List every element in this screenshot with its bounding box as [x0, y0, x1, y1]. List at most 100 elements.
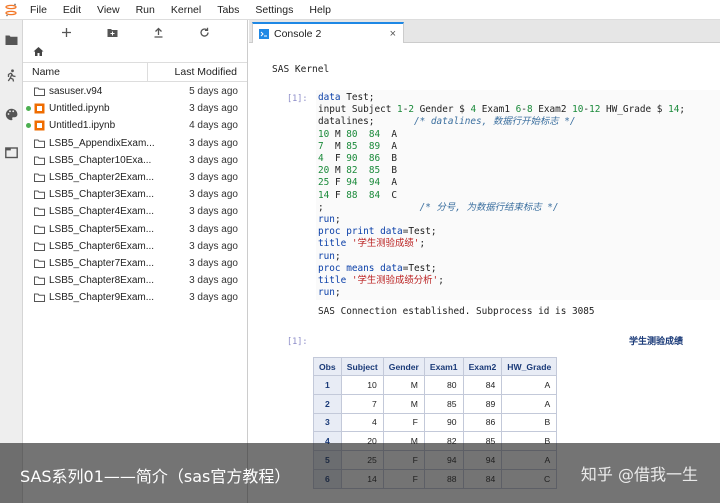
- table-cell: 86: [462, 412, 503, 433]
- notebook-icon: [34, 120, 45, 131]
- menu-tabs[interactable]: Tabs: [209, 0, 247, 20]
- folder-icon: [34, 225, 45, 234]
- file-modified: 3 days ago: [189, 206, 238, 218]
- input-prompt: [1]:: [287, 94, 308, 104]
- file-modified: 3 days ago: [189, 172, 238, 184]
- file-modified: 5 days ago: [189, 86, 238, 98]
- header-hw-grade: HW_Grade: [501, 357, 558, 376]
- file-modified: 4 days ago: [189, 120, 238, 132]
- header-exam2: Exam2: [462, 357, 503, 376]
- file-name: LSB5_Chapter3Exam...: [49, 189, 154, 201]
- running-icon[interactable]: [3, 67, 20, 84]
- file-row[interactable]: LSB5_Chapter10Exa... 3 days ago: [23, 152, 247, 169]
- home-icon[interactable]: [33, 46, 44, 60]
- sas-code: data Test; input Subject 1-2 Gender $ 4 …: [318, 92, 686, 299]
- file-name: LSB5_Chapter6Exam...: [49, 240, 154, 252]
- header-subject: Subject: [340, 357, 384, 376]
- table-cell: M: [382, 375, 425, 395]
- file-browser: Name Last Modified sasuser.v94 5 days ago…: [23, 20, 248, 503]
- file-modified: 3 days ago: [189, 223, 238, 235]
- table-row: 3 4 F 90 86 B: [313, 412, 558, 433]
- file-name: LSB5_AppendixExam...: [49, 137, 154, 149]
- table-row: 2 7 M 85 89 A: [313, 393, 558, 414]
- table-row: 1 10 M 80 84 A: [313, 375, 558, 395]
- output-table-title: 学生测验成绩: [629, 336, 684, 346]
- running-indicator: [26, 106, 31, 112]
- file-row[interactable]: LSB5_Chapter2Exam... 3 days ago: [23, 169, 247, 186]
- file-name: LSB5_Chapter7Exam...: [49, 257, 154, 269]
- main-area: Console 2 × SAS Kernel [1]: data Test; i…: [249, 20, 720, 503]
- close-tab-icon[interactable]: ×: [390, 28, 396, 40]
- file-row[interactable]: LSB5_Chapter3Exam... 3 days ago: [23, 186, 247, 203]
- file-row[interactable]: LSB5_Chapter9Exam... 3 days ago: [23, 289, 247, 306]
- jupyter-logo-icon: [0, 0, 22, 20]
- file-row[interactable]: LSB5_Chapter4Exam... 3 days ago: [23, 203, 247, 220]
- file-row[interactable]: LSB5_Chapter8Exam... 3 days ago: [23, 272, 247, 289]
- file-modified: 3 days ago: [189, 275, 238, 287]
- table-cell: A: [501, 375, 558, 395]
- folder-icon: [34, 139, 45, 148]
- file-name: LSB5_Chapter8Exam...: [49, 275, 154, 287]
- file-modified: 3 days ago: [189, 137, 238, 149]
- folder-icon: [34, 156, 45, 165]
- file-list: sasuser.v94 5 days ago Untitled.ipynb 3 day…: [23, 82, 247, 306]
- table-cell: F: [382, 412, 425, 433]
- folder-icon: [34, 190, 45, 200]
- menu-settings[interactable]: Settings: [247, 0, 301, 20]
- kernel-banner: SAS Kernel: [272, 64, 330, 75]
- folder-icon: [34, 259, 45, 268]
- menu-edit[interactable]: Edit: [55, 0, 89, 20]
- file-row[interactable]: Untitled1.ipynb 4 days ago: [23, 117, 247, 134]
- file-row[interactable]: sasuser.v94 5 days ago: [23, 83, 247, 100]
- menu-help[interactable]: Help: [301, 0, 339, 20]
- folder-icon: [34, 242, 45, 251]
- file-browser-toolbar: [23, 20, 247, 44]
- table-cell: 84: [462, 375, 503, 395]
- column-last-modified[interactable]: Last Modified: [148, 66, 247, 78]
- file-row[interactable]: LSB5_Chapter6Exam... 3 days ago: [23, 238, 247, 255]
- obs-cell: 1: [313, 375, 342, 395]
- running-indicator: [26, 123, 31, 129]
- file-name: LSB5_Chapter4Exam...: [49, 206, 154, 218]
- obs-cell: 2: [313, 393, 342, 414]
- tabs-icon[interactable]: [3, 144, 20, 161]
- menu-run[interactable]: Run: [128, 0, 163, 20]
- file-row[interactable]: LSB5_Chapter7Exam... 3 days ago: [23, 255, 247, 272]
- folder-icon[interactable]: [3, 31, 20, 48]
- output-prompt: [1]:: [287, 337, 308, 347]
- file-row[interactable]: Untitled.ipynb 3 days ago: [23, 100, 247, 117]
- new-launcher-icon[interactable]: [58, 24, 74, 40]
- table-cell: 90: [423, 412, 464, 433]
- caption-text: SAS系列01——简介（sas官方教程）: [20, 467, 291, 486]
- file-list-header: Name Last Modified: [23, 62, 247, 82]
- file-modified: 3 days ago: [189, 292, 238, 304]
- header-gender: Gender: [382, 357, 425, 376]
- menu-kernel[interactable]: Kernel: [163, 0, 209, 20]
- file-row[interactable]: LSB5_AppendixExam... 3 days ago: [23, 135, 247, 152]
- tab-label: Console 2: [274, 27, 322, 40]
- refresh-icon[interactable]: [196, 24, 212, 40]
- table-cell: 89: [462, 393, 503, 414]
- column-name[interactable]: Name: [23, 63, 148, 81]
- file-row[interactable]: LSB5_Chapter5Exam... 3 days ago: [23, 221, 247, 238]
- folder-icon: [34, 173, 45, 182]
- folder-icon: [34, 207, 45, 217]
- menu-view[interactable]: View: [89, 0, 128, 20]
- file-modified: 3 days ago: [189, 103, 238, 115]
- menu-file[interactable]: File: [22, 0, 55, 20]
- table-header-row: Obs Subject Gender Exam1 Exam2 HW_Grade: [313, 357, 558, 376]
- jupyterlab-window: File Edit View Run Kernel Tabs Settings …: [0, 0, 720, 503]
- table-cell: 7: [340, 393, 384, 414]
- new-folder-icon[interactable]: [104, 24, 120, 40]
- caption-banner: SAS系列01——简介（sas官方教程） 知乎 @借我一生: [0, 443, 720, 503]
- palette-icon[interactable]: [3, 106, 20, 123]
- table-cell: 85: [423, 393, 464, 414]
- table-cell: A: [501, 393, 558, 414]
- upload-icon[interactable]: [150, 24, 166, 40]
- table-cell: 4: [340, 412, 384, 433]
- file-name: LSB5_Chapter9Exam...: [49, 292, 154, 304]
- header-exam1: Exam1: [423, 357, 464, 376]
- file-name: sasuser.v94: [49, 86, 103, 98]
- tab-console-2[interactable]: Console 2 ×: [252, 22, 404, 43]
- code-cell[interactable]: data Test; input Subject 1-2 Gender $ 4 …: [316, 90, 720, 300]
